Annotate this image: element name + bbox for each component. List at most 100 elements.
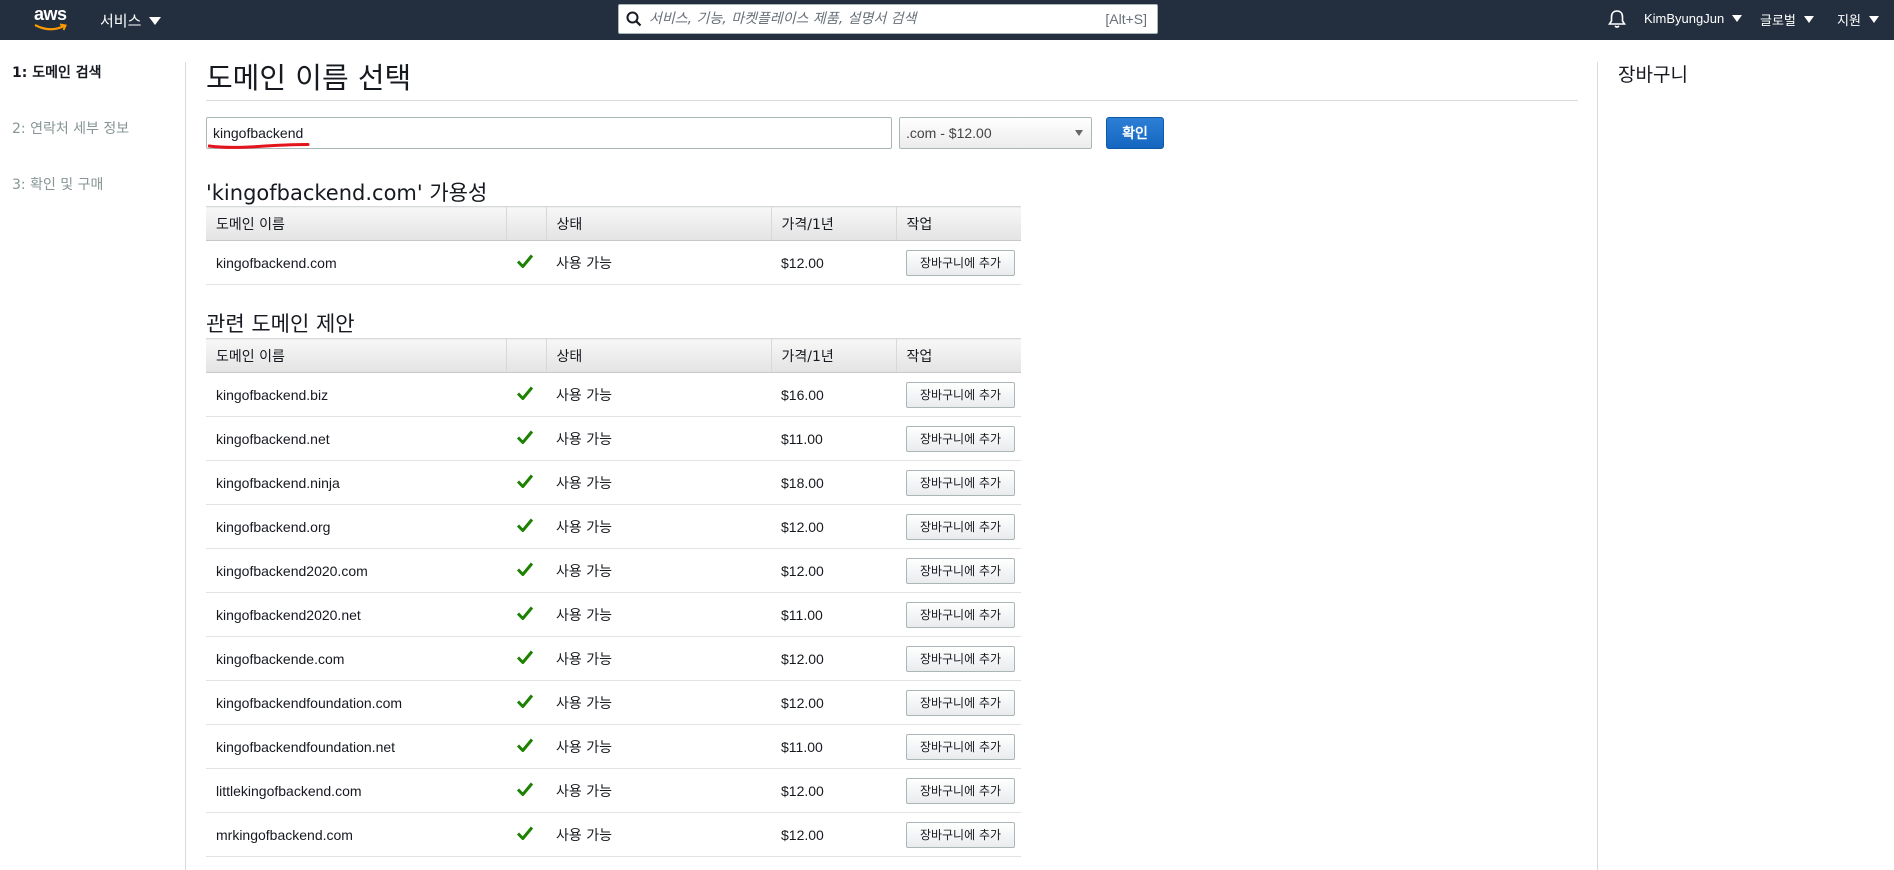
check-icon [516, 562, 534, 576]
header-status: 상태 [546, 206, 772, 241]
table-row: mrkingofbackend.com 사용 가능 $12.00 장바구니에 추… [206, 812, 1021, 857]
table-row: kingofbackend.biz 사용 가능 $16.00 장바구니에 추가 [206, 372, 1021, 417]
availability-title: 'kingofbackend.com' 가용성 [206, 181, 488, 205]
add-to-cart-button[interactable]: 장바구니에 추가 [906, 381, 1015, 408]
status-cell: 사용 가능 [546, 812, 771, 857]
top-nav: aws 서비스 [Alt+S] KimByungJun 글로벌 지원 [0, 0, 1894, 40]
domain-name-cell: kingofbackend.org [206, 504, 506, 549]
domain-name-cell: kingofbackend2020.com [206, 548, 506, 593]
status-cell: 사용 가능 [546, 416, 771, 461]
domain-name-cell: kingofbackend.biz [206, 372, 506, 417]
action-cell: 장바구니에 추가 [896, 636, 1021, 681]
check-icon [516, 474, 534, 488]
status-cell: 사용 가능 [546, 240, 771, 285]
red-underline-annotation [208, 143, 310, 149]
step-domain-search[interactable]: 1: 도메인 검색 [12, 62, 172, 118]
aws-logo-text: aws [34, 4, 67, 24]
domain-name-cell: mrkingofbackend.com [206, 812, 506, 857]
check-cell [506, 592, 546, 637]
check-icon [516, 738, 534, 752]
services-menu[interactable]: 서비스 [100, 10, 162, 31]
action-cell: 장바구니에 추가 [896, 372, 1021, 417]
add-to-cart-button[interactable]: 장바구니에 추가 [906, 689, 1015, 716]
step-review-purchase: 3: 확인 및 구매 [12, 177, 104, 193]
status-cell: 사용 가능 [546, 372, 771, 417]
region-menu[interactable]: 글로벌 [1760, 10, 1814, 29]
action-cell: 장바구니에 추가 [896, 240, 1021, 285]
bell-icon[interactable] [1608, 9, 1626, 33]
step-contact-details: 2: 연락처 세부 정보 [12, 121, 130, 137]
price-cell: $11.00 [771, 592, 896, 637]
price-cell: $12.00 [771, 812, 896, 857]
check-cell [506, 416, 546, 461]
table-row: kingofbackend.net 사용 가능 $11.00 장바구니에 추가 [206, 416, 1021, 461]
global-search-input[interactable] [649, 11, 1106, 27]
header-action: 작업 [896, 206, 1021, 241]
status-cell: 사용 가능 [546, 460, 771, 505]
price-cell: $16.00 [771, 372, 896, 417]
aws-logo[interactable]: aws [34, 4, 70, 32]
services-label: 서비스 [100, 12, 142, 30]
table-row: littlekingofbackend.com 사용 가능 $12.00 장바구… [206, 768, 1021, 813]
header-check [506, 338, 547, 373]
table-row: kingofbackende.com 사용 가능 $12.00 장바구니에 추가 [206, 636, 1021, 681]
add-to-cart-button[interactable]: 장바구니에 추가 [906, 513, 1015, 540]
check-cell [506, 812, 546, 857]
caret-down-icon [1803, 16, 1814, 23]
add-to-cart-button[interactable]: 장바구니에 추가 [906, 777, 1015, 804]
domain-name-cell: kingofbackendfoundation.com [206, 680, 506, 725]
availability-table: 도메인 이름 상태 가격/1년 작업 kingofbackend.com 사용 … [206, 206, 1021, 285]
add-to-cart-button[interactable]: 장바구니에 추가 [906, 601, 1015, 628]
price-cell: $12.00 [771, 768, 896, 813]
header-price: 가격/1년 [771, 206, 897, 241]
table-header-row: 도메인 이름 상태 가격/1년 작업 [206, 338, 1021, 373]
price-cell: $11.00 [771, 416, 896, 461]
check-cell [506, 460, 546, 505]
add-to-cart-button[interactable]: 장바구니에 추가 [906, 733, 1015, 760]
region-label: 글로벌 [1760, 14, 1796, 29]
related-domains-title: 관련 도메인 제안 [206, 312, 355, 336]
table-row: kingofbackendfoundation.net 사용 가능 $11.00… [206, 724, 1021, 769]
check-cell [506, 372, 546, 417]
add-to-cart-button[interactable]: 장바구니에 추가 [906, 821, 1015, 848]
check-icon [516, 826, 534, 840]
search-icon [619, 5, 649, 33]
title-divider [206, 100, 1578, 101]
add-to-cart-button[interactable]: 장바구니에 추가 [906, 425, 1015, 452]
caret-down-icon [149, 16, 162, 25]
account-menu[interactable]: KimByungJun [1644, 11, 1743, 26]
header-price: 가격/1년 [771, 338, 897, 373]
caret-down-icon [1075, 130, 1083, 136]
domain-name-cell: kingofbackend.ninja [206, 460, 506, 505]
action-cell: 장바구니에 추가 [896, 724, 1021, 769]
table-row: kingofbackend.com 사용 가능 $12.00 장바구니에 추가 [206, 240, 1021, 285]
price-cell: $11.00 [771, 724, 896, 769]
status-cell: 사용 가능 [546, 636, 771, 681]
status-cell: 사용 가능 [546, 592, 771, 637]
support-menu[interactable]: 지원 [1837, 10, 1879, 29]
account-name: KimByungJun [1644, 11, 1725, 26]
global-search[interactable]: [Alt+S] [618, 4, 1158, 34]
add-to-cart-button[interactable]: 장바구니에 추가 [906, 645, 1015, 672]
action-cell: 장바구니에 추가 [896, 812, 1021, 857]
domain-name-cell: kingofbackend.com [206, 240, 506, 285]
status-cell: 사용 가능 [546, 680, 771, 725]
confirm-button[interactable]: 확인 [1106, 117, 1164, 149]
add-to-cart-button[interactable]: 장바구니에 추가 [906, 249, 1015, 276]
price-cell: $18.00 [771, 460, 896, 505]
check-icon [516, 694, 534, 708]
tld-select[interactable]: .com - $12.00 [899, 117, 1092, 149]
action-cell: 장바구니에 추가 [896, 416, 1021, 461]
add-to-cart-button[interactable]: 장바구니에 추가 [906, 557, 1015, 584]
action-cell: 장바구니에 추가 [896, 504, 1021, 549]
page-title: 도메인 이름 선택 [206, 61, 412, 95]
table-row: kingofbackend.ninja 사용 가능 $18.00 장바구니에 추… [206, 460, 1021, 505]
caret-down-icon [1732, 15, 1743, 22]
left-divider [185, 62, 186, 870]
add-to-cart-button[interactable]: 장바구니에 추가 [906, 469, 1015, 496]
check-icon [516, 650, 534, 664]
support-label: 지원 [1837, 14, 1861, 29]
search-shortcut-hint: [Alt+S] [1105, 11, 1147, 27]
wizard-steps: 1: 도메인 검색 2: 연락처 세부 정보 3: 확인 및 구매 [12, 62, 172, 230]
domain-name-cell: kingofbackend2020.net [206, 592, 506, 637]
